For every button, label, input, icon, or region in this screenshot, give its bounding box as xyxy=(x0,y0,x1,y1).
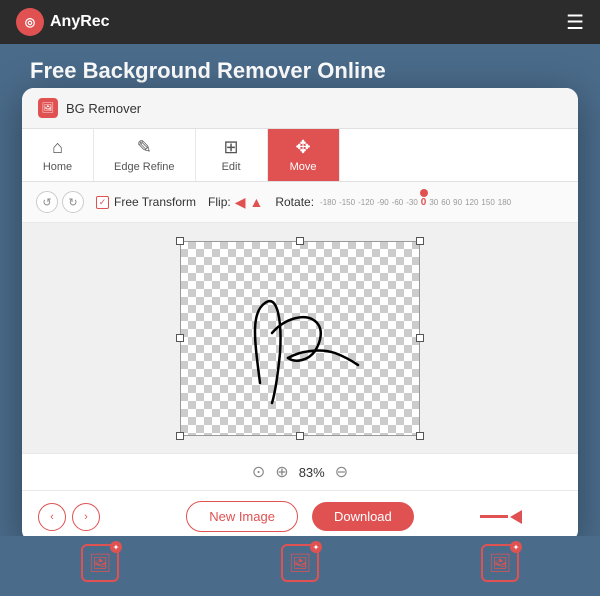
flip-vertical-icon[interactable]: ▲ xyxy=(249,194,263,210)
free-transform-label: Free Transform xyxy=(114,195,196,209)
controls-bar: ↺ ↻ Free Transform Flip: ◀ ▲ Rotate: -18… xyxy=(22,182,578,223)
tab-move[interactable]: ✥ Move xyxy=(268,129,340,181)
top-navbar: ◎ AnyRec ☰ xyxy=(0,0,600,44)
logo-area: ◎ AnyRec xyxy=(16,8,110,36)
nav-buttons: ‹ › xyxy=(38,503,100,531)
tab-edge-refine-label: Edge Refine xyxy=(114,161,175,173)
undo-redo-group: ↺ ↻ xyxy=(36,191,84,213)
bottom-icon-2: 🖼 ✦ xyxy=(281,544,319,582)
page-heading-area: Free Background Remover Online xyxy=(0,44,600,94)
zoom-value: 83% xyxy=(299,465,325,480)
edge-refine-icon: ✎ xyxy=(137,137,152,158)
toolbar-tabs: ⌂ Home ✎ Edge Refine ⊞ Edit ✥ Move xyxy=(22,129,578,182)
handle-top-right[interactable] xyxy=(416,237,424,245)
edit-icon: ⊞ xyxy=(224,137,239,158)
handle-top-left[interactable] xyxy=(176,237,184,245)
bottom-icon-box-1: 🖼 ✦ xyxy=(81,544,119,582)
handle-bottom-mid[interactable] xyxy=(296,432,304,440)
icon-badge-2: ✦ xyxy=(310,541,322,553)
tab-edit[interactable]: ⊞ Edit xyxy=(196,129,268,181)
bottom-icon-box-3: 🖼 ✦ xyxy=(481,544,519,582)
undo-button[interactable]: ↺ xyxy=(36,191,58,213)
move-icon: ✥ xyxy=(296,137,311,158)
tab-home-label: Home xyxy=(43,161,72,173)
download-arrow-indicator xyxy=(480,510,522,524)
signature-layer xyxy=(180,241,420,436)
modal-title: BG Remover xyxy=(66,101,141,116)
action-bar: ‹ › New Image Download xyxy=(22,490,578,542)
logo-icon: ◎ xyxy=(16,8,44,36)
tab-home[interactable]: ⌂ Home xyxy=(22,129,94,181)
hamburger-menu-icon[interactable]: ☰ xyxy=(566,10,584,35)
bg-remover-modal: 🖼 BG Remover ⌂ Home ✎ Edge Refine ⊞ Edit… xyxy=(22,88,578,542)
icon-badge-3: ✦ xyxy=(510,541,522,553)
zoom-in-icon[interactable]: ⊕ xyxy=(275,462,288,482)
download-button[interactable]: Download xyxy=(312,502,414,531)
page-title: Free Background Remover Online xyxy=(30,58,570,84)
icon-badge-1: ✦ xyxy=(110,541,122,553)
rotate-section: Rotate: -180-150-120-90-60-30 0 30609012… xyxy=(275,188,564,216)
free-transform-control[interactable]: Free Transform xyxy=(96,195,196,209)
bottom-feature-icons: 🖼 ✦ 🖼 ✦ 🖼 ✦ xyxy=(0,536,600,596)
rotate-ruler-container[interactable]: -180-150-120-90-60-30 0 306090120150180 xyxy=(320,188,564,216)
next-button[interactable]: › xyxy=(72,503,100,531)
prev-button[interactable]: ‹ xyxy=(38,503,66,531)
reset-zoom-icon[interactable]: ⊙ xyxy=(252,462,265,482)
signature-svg xyxy=(200,263,400,413)
bottom-icon-3: 🖼 ✦ xyxy=(481,544,519,582)
tab-move-label: Move xyxy=(290,161,317,173)
new-image-button[interactable]: New Image xyxy=(186,501,298,532)
handle-bottom-left[interactable] xyxy=(176,432,184,440)
tab-edit-label: Edit xyxy=(222,161,241,173)
handle-top-mid[interactable] xyxy=(296,237,304,245)
modal-header: 🖼 BG Remover xyxy=(22,88,578,129)
flip-horizontal-icon[interactable]: ◀ xyxy=(235,194,246,211)
arrow-shaft xyxy=(480,515,508,518)
flip-section: Flip: ◀ ▲ xyxy=(208,194,263,211)
bottom-icon-box-2: 🖼 ✦ xyxy=(281,544,319,582)
canvas-area xyxy=(22,223,578,453)
handle-right-mid[interactable] xyxy=(416,334,424,342)
redo-button[interactable]: ↻ xyxy=(62,191,84,213)
bottom-icon-1: 🖼 ✦ xyxy=(81,544,119,582)
rotate-label: Rotate: xyxy=(275,195,314,209)
handle-left-mid[interactable] xyxy=(176,334,184,342)
handle-bottom-right[interactable] xyxy=(416,432,424,440)
image-canvas[interactable] xyxy=(180,241,420,436)
arrow-head-icon xyxy=(510,510,522,524)
flip-label: Flip: xyxy=(208,195,231,209)
free-transform-checkbox[interactable] xyxy=(96,196,109,209)
logo-text: AnyRec xyxy=(50,13,110,31)
home-icon: ⌂ xyxy=(52,137,63,158)
modal-header-icon: 🖼 xyxy=(38,98,58,118)
zoom-bar: ⊙ ⊕ 83% ⊖ xyxy=(22,453,578,490)
zoom-out-icon[interactable]: ⊖ xyxy=(335,462,348,482)
tab-edge-refine[interactable]: ✎ Edge Refine xyxy=(94,129,196,181)
